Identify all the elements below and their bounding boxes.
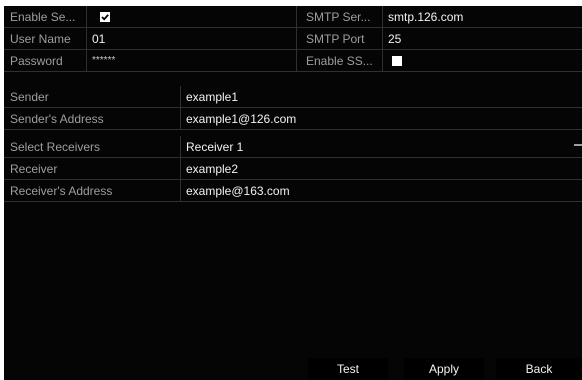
divider <box>382 50 383 72</box>
enable-ssl-checkbox[interactable] <box>392 56 402 66</box>
user-name-field[interactable]: 01 <box>86 28 296 50</box>
dropdown-arrow-icon[interactable] <box>574 144 582 146</box>
smtp-port-field[interactable]: 25 <box>382 28 582 50</box>
row-user-name: User Name 01 SMTP Port 25 <box>4 28 582 50</box>
separator-gap <box>4 72 582 86</box>
sender-field[interactable]: example1 <box>180 86 582 108</box>
sender-address-field[interactable]: example1@126.com <box>180 108 582 130</box>
row-sender-address: Sender's Address example1@126.com <box>4 108 582 130</box>
receiver-label: Receiver <box>10 162 58 176</box>
divider <box>296 28 297 50</box>
password-field[interactable]: ****** <box>86 50 296 72</box>
row-select-receivers: Select Receivers Receiver 1 <box>4 136 582 158</box>
row-password: Password ****** Enable SS... <box>4 50 582 72</box>
sender-label: Sender <box>10 90 49 104</box>
row-receiver: Receiver example2 <box>4 158 582 180</box>
row-receiver-address: Receiver's Address example@163.com <box>4 180 582 202</box>
select-receivers-label: Select Receivers <box>10 140 101 154</box>
checkmark-icon <box>101 14 109 21</box>
password-label: Password <box>10 54 63 68</box>
apply-button[interactable]: Apply <box>404 358 484 380</box>
receiver-address-field[interactable]: example@163.com <box>180 180 582 202</box>
smtp-port-label: SMTP Port <box>306 32 365 46</box>
sender-address-label: Sender's Address <box>10 112 104 126</box>
back-button[interactable]: Back <box>496 358 582 380</box>
receiver-address-label: Receiver's Address <box>10 184 113 198</box>
divider <box>296 50 297 72</box>
divider <box>86 6 87 28</box>
row-enable-server-auth: Enable Se... SMTP Ser... smtp.126.com <box>4 6 582 28</box>
enable-server-auth-checkbox[interactable] <box>100 12 110 22</box>
enable-server-auth-label: Enable Se... <box>10 10 76 24</box>
enable-ssl-label: Enable SS... <box>306 54 373 68</box>
email-settings-panel: Enable Se... SMTP Ser... smtp.126.com Us… <box>4 6 582 380</box>
row-sender: Sender example1 <box>4 86 582 108</box>
user-name-label: User Name <box>10 32 71 46</box>
smtp-server-field[interactable]: smtp.126.com <box>382 6 582 28</box>
receiver-field[interactable]: example2 <box>180 158 582 180</box>
select-receivers-dropdown[interactable]: Receiver 1 <box>180 136 572 158</box>
smtp-server-label: SMTP Ser... <box>306 10 371 24</box>
test-button[interactable]: Test <box>308 358 388 380</box>
divider <box>296 6 297 28</box>
